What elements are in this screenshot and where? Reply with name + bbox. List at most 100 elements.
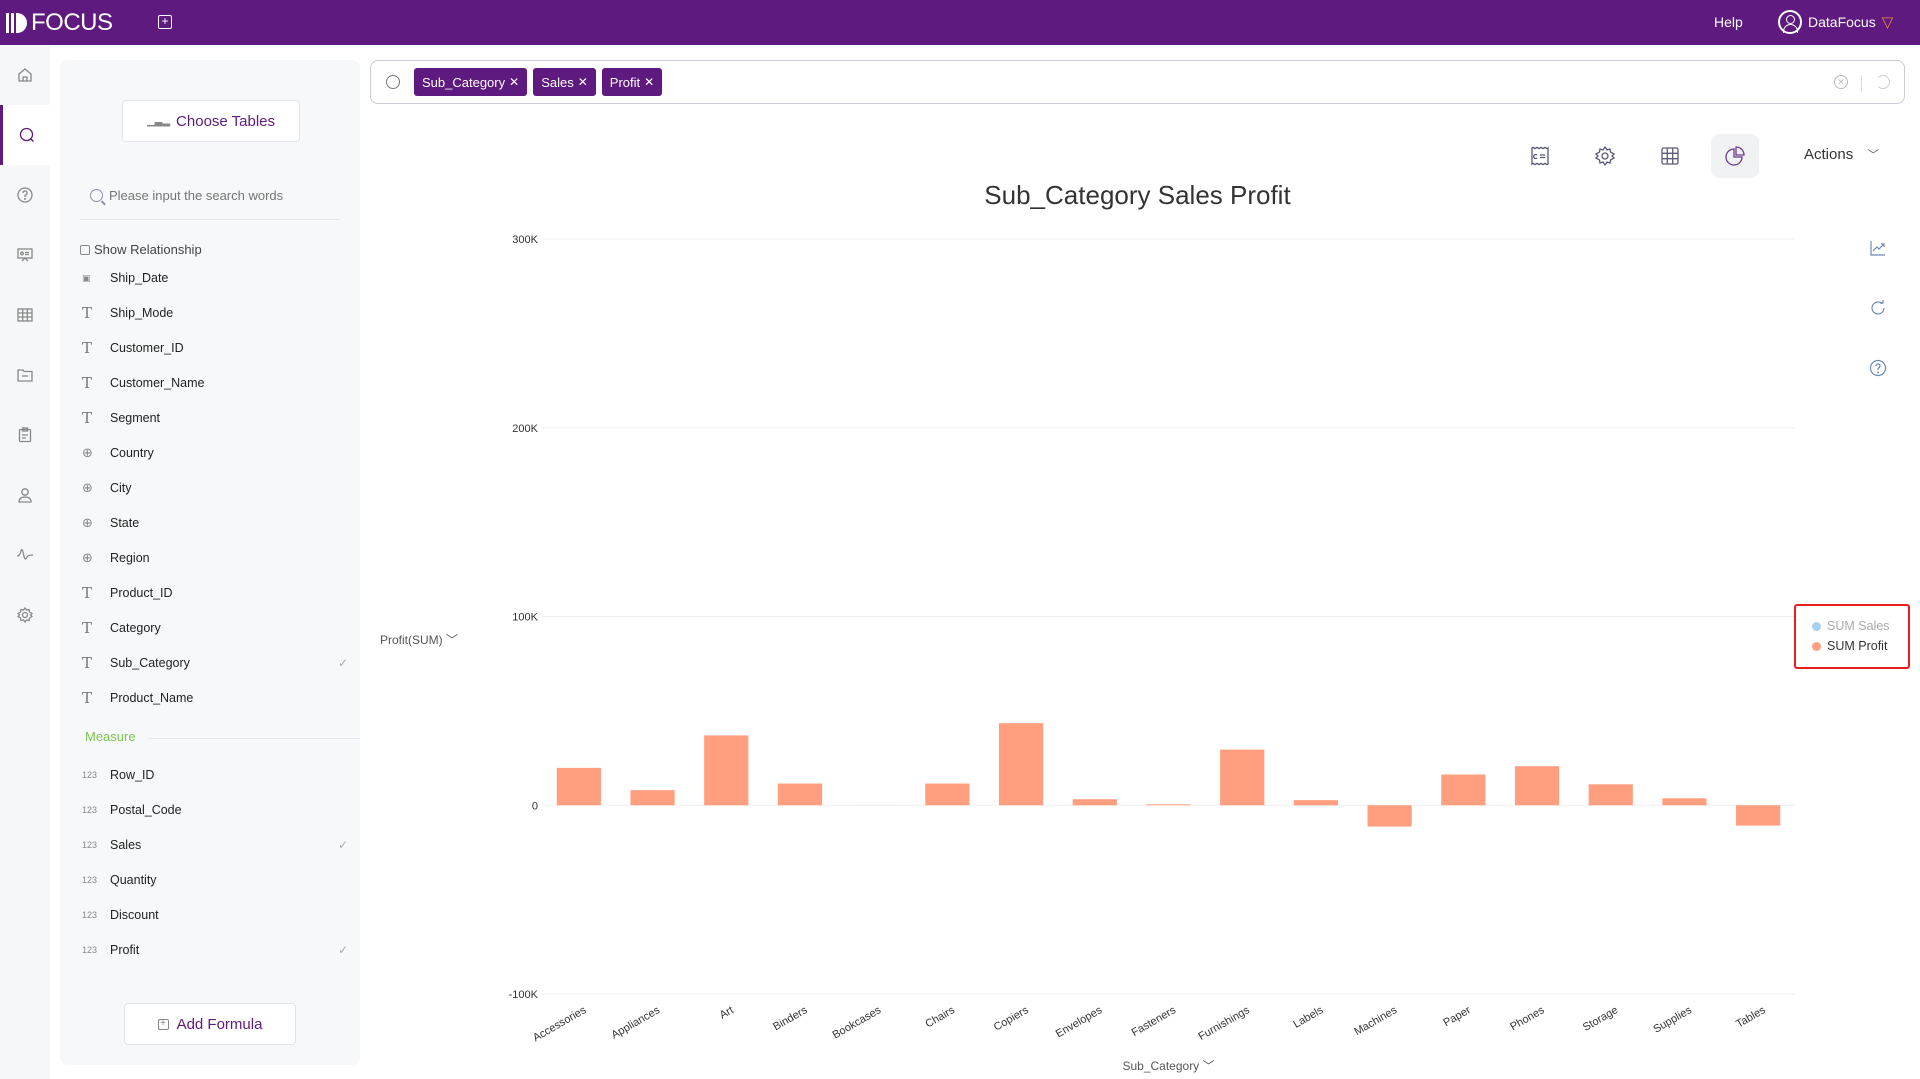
field-item[interactable]: T Ship_Mode [80, 301, 350, 325]
nav-clipboard[interactable] [0, 405, 50, 465]
text-type-icon: T [82, 619, 93, 637]
user-menu[interactable]: DataFocus ▽ [1778, 10, 1893, 34]
legend-item-sum-sales[interactable]: SUM Sales [1812, 619, 1890, 633]
bar-art[interactable] [704, 735, 749, 806]
x-tick-label: Labels [1291, 1004, 1326, 1031]
legend-item-sum-profit[interactable]: SUM Profit [1812, 639, 1887, 653]
add-formula-button[interactable]: + Add Formula [124, 1003, 296, 1045]
field-label: Customer_Name [110, 376, 205, 390]
answer-summary-button[interactable] [1516, 134, 1564, 178]
field-item[interactable]: T Product_ID [80, 581, 350, 605]
number-type-icon: 123 [82, 770, 98, 780]
choose-tables-button[interactable]: ▁▃▂ Choose Tables [122, 100, 300, 142]
folder-icon [17, 369, 33, 382]
y-tick-label: 0 [532, 800, 538, 812]
nav-user[interactable] [0, 465, 50, 525]
x-tick-label: Binders [771, 1004, 810, 1033]
bar-binders[interactable] [777, 783, 823, 806]
nav-help[interactable] [0, 165, 50, 225]
close-icon[interactable]: ✕ [578, 75, 588, 89]
field-item[interactable]: T Customer_Name [80, 371, 350, 395]
close-icon[interactable]: ✕ [509, 75, 519, 89]
bar-chart-icon: ▁▃▂ [146, 115, 171, 127]
bar-envelopes[interactable] [1072, 799, 1117, 806]
bar-tables[interactable] [1736, 805, 1781, 826]
nav-settings[interactable] [0, 585, 50, 645]
field-item[interactable]: ⊕ City [80, 476, 350, 500]
bar-phones[interactable] [1514, 766, 1560, 806]
nav-search[interactable] [0, 105, 50, 165]
search-token[interactable]: Profit ✕ [601, 68, 663, 96]
x-tick-label: Storage [1581, 1004, 1620, 1034]
text-type-icon: T [82, 374, 93, 392]
date-type-icon: ▣ [82, 272, 91, 283]
nav-table[interactable] [0, 285, 50, 345]
search-token[interactable]: Sub_Category ✕ [414, 68, 528, 96]
field-item[interactable]: T Segment [80, 406, 350, 430]
field-item[interactable]: 123 Sales ✓ [80, 833, 350, 857]
close-icon[interactable]: ✕ [644, 75, 654, 89]
bar-furnishings[interactable] [1220, 749, 1265, 806]
y-axis-label[interactable]: Profit(SUM) ﹀ [380, 633, 458, 647]
field-label: Postal_Code [110, 803, 182, 817]
field-item[interactable]: T Category [80, 616, 350, 640]
settings-button[interactable] [1581, 134, 1629, 178]
bar-chairs[interactable] [925, 783, 970, 806]
new-tab-icon[interactable]: + [158, 15, 172, 29]
nav-pulse[interactable] [0, 525, 50, 585]
divider [80, 219, 340, 220]
x-tick-label: Supplies [1651, 1004, 1694, 1036]
bar-appliances[interactable] [630, 790, 675, 806]
field-item[interactable]: 123 Quantity [80, 868, 350, 892]
text-type-icon: T [82, 654, 93, 672]
field-item[interactable]: 123 Postal_Code [80, 798, 350, 822]
refresh-button[interactable] [1868, 298, 1892, 322]
nav-folder[interactable] [0, 345, 50, 405]
chevron-down-icon: ﹀ [1867, 148, 1880, 162]
bar-labels[interactable] [1293, 800, 1339, 806]
field-item[interactable]: ⊕ Country [80, 441, 350, 465]
field-item[interactable]: T Sub_Category ✓ [80, 651, 350, 675]
chart-view-button[interactable] [1711, 134, 1759, 178]
help-link[interactable]: Help [1714, 14, 1743, 30]
field-item[interactable]: ▣ Ship_Date [80, 272, 350, 290]
trend-button[interactable] [1868, 238, 1892, 262]
geo-type-icon: ⊕ [82, 445, 93, 460]
field-item[interactable]: 123 Discount [80, 903, 350, 927]
bar-copiers[interactable] [998, 723, 1044, 806]
check-icon: ✓ [337, 656, 348, 670]
logo[interactable]: FOCUS [6, 9, 113, 36]
field-search-input[interactable] [109, 187, 329, 203]
diamond-icon: ▽ [1881, 14, 1894, 31]
field-label: Sub_Category [110, 656, 190, 670]
actions-menu[interactable]: Actions ﹀ [1804, 146, 1879, 163]
bar-accessories[interactable] [556, 767, 601, 806]
x-axis-label[interactable]: Sub_Category ﹀ [1122, 1059, 1214, 1073]
search-tokens: Sub_Category ✕ Sales ✕ Profit ✕ [414, 68, 663, 96]
field-item[interactable]: T Customer_ID [80, 336, 350, 360]
check-icon: ✓ [337, 943, 348, 957]
nav-presentation[interactable] [0, 225, 50, 285]
gear-icon [16, 606, 34, 624]
clear-icon[interactable]: ✕ [1834, 75, 1848, 89]
bar-fasteners[interactable] [1146, 804, 1191, 806]
help-button[interactable] [1868, 358, 1892, 382]
field-item[interactable]: T Product_Name [80, 686, 350, 710]
field-item[interactable]: ⊕ Region [80, 546, 350, 570]
show-relationship-link[interactable]: Show Relationship [80, 242, 202, 257]
bar-paper[interactable] [1441, 774, 1486, 806]
field-item[interactable]: ⊕ State [80, 511, 350, 535]
bar-storage[interactable] [1588, 784, 1633, 806]
search-bar[interactable]: Sub_Category ✕ Sales ✕ Profit ✕ ✕ [370, 60, 1905, 104]
nav-home[interactable] [0, 45, 50, 105]
field-item[interactable]: 123 Row_ID [80, 763, 350, 787]
logo-icon [6, 12, 27, 34]
bar-supplies[interactable] [1662, 798, 1707, 806]
field-item[interactable]: 123 Profit ✓ [80, 938, 350, 962]
refresh-icon[interactable] [1876, 75, 1890, 89]
table-view-button[interactable] [1646, 134, 1694, 178]
search-token[interactable]: Sales ✕ [533, 68, 596, 96]
geo-type-icon: ⊕ [82, 480, 93, 495]
field-list: ▣ Ship_Date T Ship_Mode T Customer_ID T Custome… [80, 272, 360, 1062]
bar-machines[interactable] [1367, 805, 1412, 827]
